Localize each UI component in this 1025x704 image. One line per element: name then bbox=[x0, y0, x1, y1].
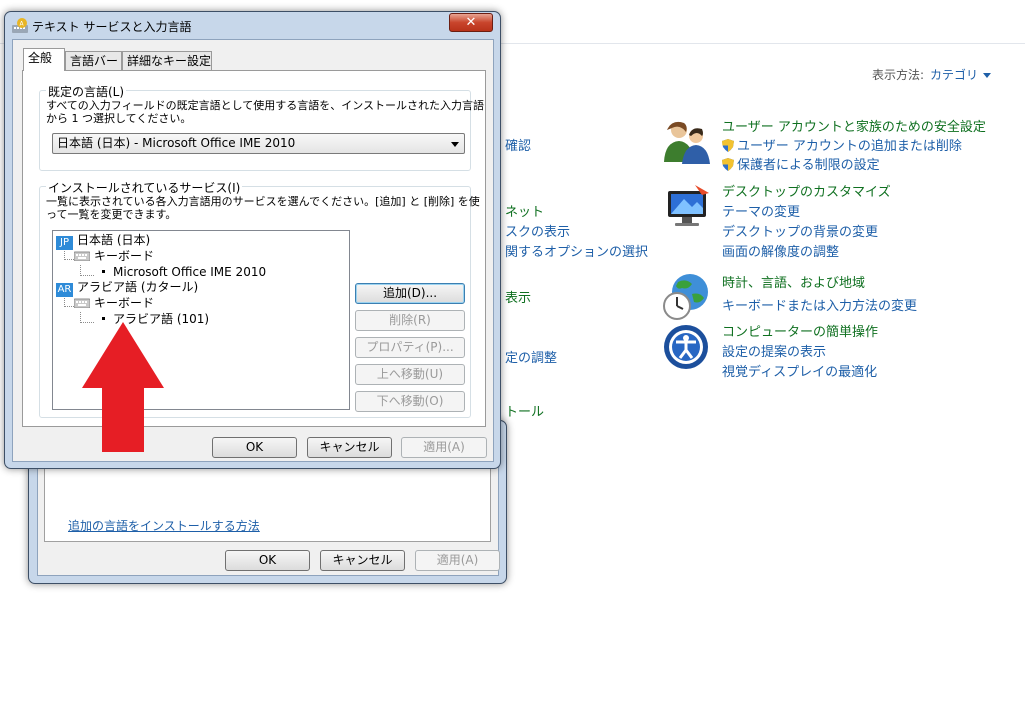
installed-services-description: 一覧に表示されている各入力言語用のサービスを選んでください。[追加] と [削除… bbox=[46, 195, 480, 221]
cp-link-fragment[interactable]: 確認 bbox=[505, 135, 531, 154]
category-title[interactable]: デスクトップのカスタマイズ bbox=[722, 181, 891, 200]
back-apply-button[interactable]: 適用(A) bbox=[415, 550, 500, 571]
users-icon bbox=[664, 121, 710, 164]
tree-item-language-arabic[interactable]: AR アラビア語 (カタール) bbox=[56, 280, 198, 297]
add-button[interactable]: 追加(D)... bbox=[355, 283, 465, 304]
default-language-value: 日本語 (日本) - Microsoft Office IME 2010 bbox=[57, 136, 296, 150]
category-ease-of-access: コンピューターの簡単操作 設定の提案の表示 視覚ディスプレイの最適化 bbox=[662, 321, 1002, 381]
category-clock-language-region: 時計、言語、および地域 キーボードまたは入力方法の変更 bbox=[662, 272, 1002, 324]
view-by[interactable]: 表示方法: カテゴリ bbox=[872, 66, 992, 83]
category-title[interactable]: ユーザー アカウントと家族のための安全設定 bbox=[722, 116, 986, 135]
chevron-down-icon[interactable] bbox=[451, 142, 459, 147]
back-ok-button[interactable]: OK bbox=[225, 550, 310, 571]
shield-icon bbox=[722, 158, 734, 171]
cp-link-fragment[interactable]: スクの表示 bbox=[505, 221, 570, 240]
language-badge: JP bbox=[56, 236, 73, 250]
category-title[interactable]: コンピューターの簡単操作 bbox=[722, 321, 878, 340]
properties-button[interactable]: プロパティ(P)... bbox=[355, 337, 465, 358]
close-button[interactable]: ✕ bbox=[449, 13, 493, 32]
default-language-group: 既定の言語(L) すべての入力フィールドの既定言語として使用する言語を、インスト… bbox=[39, 83, 484, 171]
tree-item-language-japanese[interactable]: JP 日本語 (日本) bbox=[56, 233, 150, 250]
tab-language-bar[interactable]: 言語バー bbox=[65, 51, 122, 70]
install-languages-link[interactable]: 追加の言語をインストールする方法 bbox=[68, 517, 260, 534]
tree-connector bbox=[80, 275, 94, 276]
suggested-settings-link[interactable]: 設定の提案の表示 bbox=[722, 341, 826, 360]
bullet-icon bbox=[102, 270, 105, 273]
chevron-down-icon[interactable] bbox=[983, 73, 992, 78]
category-title[interactable]: 時計、言語、および地域 bbox=[722, 272, 865, 291]
keyboard-language-icon: A bbox=[12, 18, 28, 33]
change-desktop-background-link[interactable]: デスクトップの背景の変更 bbox=[722, 221, 878, 240]
close-icon: ✕ bbox=[465, 15, 477, 30]
view-by-value[interactable]: カテゴリ bbox=[930, 68, 978, 82]
tab-general[interactable]: 全般 bbox=[23, 48, 65, 71]
shield-icon bbox=[722, 139, 734, 152]
cancel-button[interactable]: キャンセル bbox=[307, 437, 392, 458]
apply-button[interactable]: 適用(A) bbox=[401, 437, 487, 458]
desktop-personalize-icon bbox=[668, 185, 709, 226]
add-remove-user-accounts-link[interactable]: ユーザー アカウントの追加または削除 bbox=[722, 135, 962, 154]
default-language-select[interactable]: 日本語 (日本) - Microsoft Office IME 2010 bbox=[52, 133, 465, 154]
ok-button[interactable]: OK bbox=[212, 437, 297, 458]
view-by-label: 表示方法: bbox=[872, 68, 925, 82]
back-cancel-button[interactable]: キャンセル bbox=[320, 550, 405, 571]
tree-item-keyboard[interactable]: キーボード bbox=[74, 296, 154, 310]
remove-button[interactable]: 削除(R) bbox=[355, 310, 465, 331]
keyboard-icon bbox=[74, 251, 90, 261]
category-user-accounts: ユーザー アカウントと家族のための安全設定 ユーザー アカウントの追加または削除… bbox=[662, 116, 1002, 176]
cp-title-fragment[interactable]: トール bbox=[505, 401, 544, 420]
keyboard-icon bbox=[74, 298, 90, 308]
move-down-button[interactable]: 下へ移動(O) bbox=[355, 391, 465, 412]
globe-clock-icon bbox=[663, 274, 708, 320]
move-up-button[interactable]: 上へ移動(U) bbox=[355, 364, 465, 385]
text-services-dialog: A テキスト サービスと入力言語 ✕ 全般 言語バー 詳細なキー設定 既定の言語… bbox=[4, 11, 501, 469]
cp-link-fragment[interactable]: 関するオプションの選択 bbox=[505, 241, 648, 260]
red-up-arrow-annotation bbox=[82, 322, 164, 452]
tab-advanced-key-settings[interactable]: 詳細なキー設定 bbox=[122, 51, 212, 70]
dialog-title: テキスト サービスと入力言語 bbox=[32, 20, 192, 34]
tree-item-ime[interactable]: Microsoft Office IME 2010 bbox=[102, 265, 266, 279]
cp-title-fragment[interactable]: ネット bbox=[505, 201, 544, 220]
title-bar[interactable]: A テキスト サービスと入力言語 ✕ bbox=[5, 12, 500, 38]
parental-controls-link[interactable]: 保護者による制限の設定 bbox=[722, 154, 880, 173]
bullet-icon bbox=[102, 317, 105, 320]
change-theme-link[interactable]: テーマの変更 bbox=[722, 201, 800, 220]
cp-link-fragment[interactable]: 定の調整 bbox=[505, 347, 557, 366]
tree-item-keyboard[interactable]: キーボード bbox=[74, 249, 154, 263]
optimize-visual-display-link[interactable]: 視覚ディスプレイの最適化 bbox=[722, 361, 877, 380]
adjust-screen-resolution-link[interactable]: 画面の解像度の調整 bbox=[722, 241, 839, 260]
cp-title-fragment[interactable]: 表示 bbox=[505, 287, 531, 306]
installed-services-label: インストールされているサービス(I) bbox=[46, 179, 243, 196]
default-language-label: 既定の言語(L) bbox=[46, 83, 127, 100]
default-language-description: すべての入力フィールドの既定言語として使用する言語を、インストールされた入力言語… bbox=[46, 99, 485, 125]
language-badge: AR bbox=[56, 283, 73, 297]
change-keyboard-input-link[interactable]: キーボードまたは入力方法の変更 bbox=[722, 295, 917, 314]
ease-of-access-icon bbox=[664, 325, 708, 369]
category-appearance: デスクトップのカスタマイズ テーマの変更 デスクトップの背景の変更 画面の解像度… bbox=[662, 181, 1002, 261]
